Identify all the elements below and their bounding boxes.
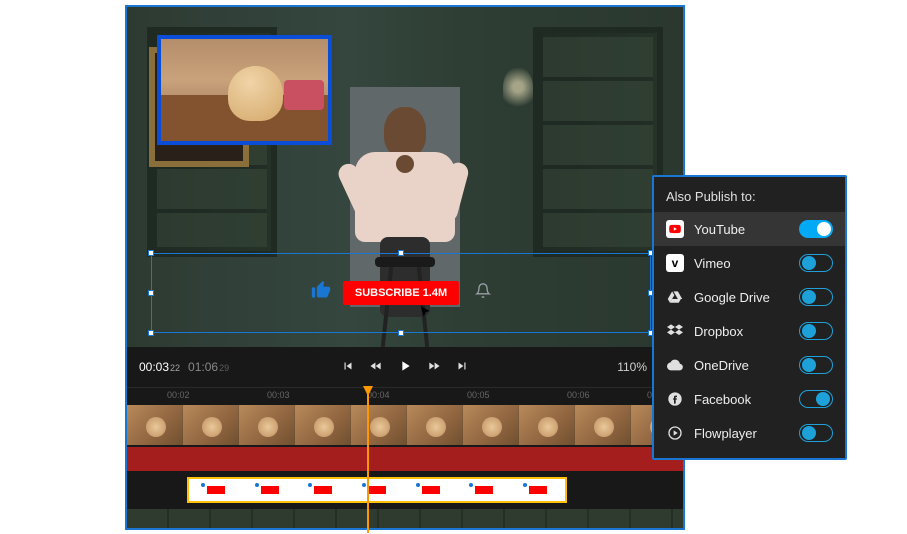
bell-icon xyxy=(475,283,491,304)
youtube-toggle[interactable] xyxy=(799,220,833,238)
publish-row-youtube[interactable]: YouTube xyxy=(654,212,845,246)
flowplayer-toggle[interactable] xyxy=(799,424,833,442)
current-time-value: 00:03 xyxy=(139,360,169,374)
facebook-toggle[interactable] xyxy=(799,390,833,408)
publish-row-dropbox[interactable]: Dropbox xyxy=(654,314,845,348)
vimeo-icon: v xyxy=(666,254,684,272)
duration-time-frames: 29 xyxy=(219,363,229,373)
googledrive-icon xyxy=(666,288,684,306)
onedrive-icon xyxy=(666,356,684,374)
transport-buttons xyxy=(341,358,469,377)
clip-thumbnail[interactable] xyxy=(127,405,183,445)
googledrive-toggle[interactable] xyxy=(799,288,833,306)
preview-monitor[interactable]: SUBSCRIBE 1.4M xyxy=(127,7,683,347)
overlay-selection[interactable]: SUBSCRIBE 1.4M xyxy=(151,253,651,333)
overlay-mini-icon xyxy=(207,486,225,494)
service-label: Flowplayer xyxy=(694,426,789,441)
overlay-clip[interactable] xyxy=(187,477,567,503)
clip-thumbnail[interactable] xyxy=(407,405,463,445)
vimeo-toggle[interactable] xyxy=(799,254,833,272)
clip-thumbnail[interactable] xyxy=(351,405,407,445)
ruler-tick: 00:02 xyxy=(167,390,190,400)
resize-handle[interactable] xyxy=(148,330,154,336)
current-time: 00:0322 xyxy=(139,360,180,374)
resize-handle[interactable] xyxy=(148,290,154,296)
publish-row-flowplayer[interactable]: Flowplayer xyxy=(654,416,845,450)
publish-row-googledrive[interactable]: Google Drive xyxy=(654,280,845,314)
overlay-mini-icon xyxy=(422,486,440,494)
publish-row-facebook[interactable]: Facebook xyxy=(654,382,845,416)
current-time-frames: 22 xyxy=(170,363,180,373)
clip-thumbnail[interactable] xyxy=(183,405,239,445)
secondary-video-track[interactable] xyxy=(127,509,683,528)
flowplayer-icon xyxy=(666,424,684,442)
overlay-mini-icon xyxy=(529,486,547,494)
ruler-tick: 00:06 xyxy=(567,390,590,400)
publish-row-onedrive[interactable]: OneDrive xyxy=(654,348,845,382)
playhead[interactable] xyxy=(367,388,369,533)
clip-thumbnail[interactable] xyxy=(463,405,519,445)
service-label: Facebook xyxy=(694,392,789,407)
overlay-mini-icon xyxy=(314,486,332,494)
video-track[interactable] xyxy=(127,405,683,445)
picture-in-picture[interactable] xyxy=(157,35,332,145)
overlay-mini-icon xyxy=(368,486,386,494)
ruler-tick: 00:03 xyxy=(267,390,290,400)
clip-thumbnail[interactable] xyxy=(295,405,351,445)
video-editor: SUBSCRIBE 1.4M 00:0322 01:0629 110% xyxy=(125,5,685,530)
rewind-button[interactable] xyxy=(369,359,383,376)
service-label: Dropbox xyxy=(694,324,789,339)
color-track[interactable] xyxy=(127,447,683,471)
resize-handle[interactable] xyxy=(148,250,154,256)
subscribe-button[interactable]: SUBSCRIBE 1.4M xyxy=(343,281,459,305)
skip-start-button[interactable] xyxy=(341,359,355,376)
duration-time-value: 01:06 xyxy=(188,360,218,374)
clip-thumbnail[interactable] xyxy=(575,405,631,445)
clip-thumbnail[interactable] xyxy=(239,405,295,445)
service-label: Vimeo xyxy=(694,256,789,271)
overlay-mini-icon xyxy=(261,486,279,494)
playback-controls: 00:0322 01:0629 110% xyxy=(127,347,683,387)
clip-thumbnail[interactable] xyxy=(519,405,575,445)
resize-handle[interactable] xyxy=(398,250,404,256)
timeline-ruler[interactable]: 00:02 00:03 00:04 00:05 00:06 00:07 xyxy=(127,387,683,405)
resize-handle[interactable] xyxy=(398,330,404,336)
service-label: OneDrive xyxy=(694,358,789,373)
facebook-icon xyxy=(666,390,684,408)
zoom-level[interactable]: 110% xyxy=(617,360,647,374)
service-label: YouTube xyxy=(694,222,789,237)
ruler-tick: 00:05 xyxy=(467,390,490,400)
duration-time: 01:0629 xyxy=(188,360,229,374)
youtube-icon xyxy=(666,220,684,238)
dropbox-toggle[interactable] xyxy=(799,322,833,340)
publish-row-vimeo[interactable]: v Vimeo xyxy=(654,246,845,280)
dropbox-icon xyxy=(666,322,684,340)
skip-end-button[interactable] xyxy=(455,359,469,376)
thumbs-up-icon xyxy=(311,280,331,306)
play-button[interactable] xyxy=(397,358,413,377)
overlay-track[interactable] xyxy=(127,477,683,507)
overlay-mini-icon xyxy=(475,486,493,494)
service-label: Google Drive xyxy=(694,290,789,305)
timeline[interactable] xyxy=(127,405,683,528)
publish-title: Also Publish to: xyxy=(654,185,845,212)
onedrive-toggle[interactable] xyxy=(799,356,833,374)
cursor-icon xyxy=(419,305,433,322)
publish-panel: Also Publish to: YouTube v Vimeo Google … xyxy=(652,175,847,460)
ruler-tick: 00:04 xyxy=(367,390,390,400)
forward-button[interactable] xyxy=(427,359,441,376)
